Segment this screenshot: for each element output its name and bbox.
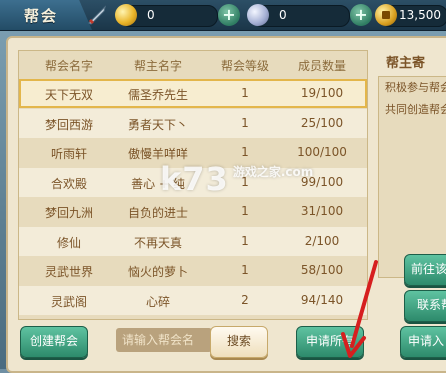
watermark-sub: 游戏之家 (232, 165, 281, 179)
leader-message-line: 积极参与帮会 (385, 81, 446, 94)
guild-row[interactable]: 修仙 不再天真 1 2/100 (19, 226, 367, 256)
guild-row[interactable]: 灵武世界 恼火的萝卜 1 58/100 (19, 256, 367, 285)
watermark: k73 游戏之家.com (160, 160, 313, 198)
cell-leader: 自负的进士 (127, 206, 188, 220)
gold-ingot-icon (115, 4, 137, 26)
contact-leader-button[interactable]: 联系帮 (404, 290, 446, 322)
guild-row[interactable]: 梦回西游 勇者天下丶 1 25/100 (19, 108, 367, 138)
gold-resource: 0 (115, 4, 218, 27)
cell-leader: 心碎 (145, 294, 170, 309)
goto-guild-button[interactable]: 前往该帮 (404, 254, 446, 286)
cell-level: 1 (241, 233, 249, 248)
cell-leader: 儒圣乔先生 (127, 88, 188, 102)
guild-row[interactable]: 天下无双 儒圣乔先生 1 19/100 (19, 79, 367, 108)
apply-all-button[interactable]: 申请所有 (296, 326, 364, 358)
guild-search-input[interactable]: 请输入帮会名 (116, 328, 212, 352)
col-header-guild-name: 帮会名字 (44, 59, 93, 73)
top-bar: 帮会 0 + 0 + 13,500 (0, 0, 446, 31)
cell-level: 1 (241, 263, 249, 277)
col-header-level: 帮会等级 (220, 59, 269, 73)
cell-members: 25/100 (300, 115, 344, 130)
cell-members: 19/100 (300, 86, 344, 100)
col-header-leader: 帮主名字 (133, 59, 182, 73)
add-silver-button[interactable]: + (350, 4, 372, 26)
guild-panel: 帮会名字 帮主名字 帮会等级 成员数量 天下无双 儒圣乔先生 1 19/100 梦回西游… (6, 36, 446, 373)
cell-guild-name: 灵武阁 (50, 294, 87, 309)
silver-resource: 0 (247, 4, 350, 27)
cell-level: 1 (241, 86, 249, 100)
silver-amount: 0 (279, 8, 287, 22)
apply-join-button[interactable]: 申请入 (400, 326, 446, 358)
cell-level: 1 (241, 204, 249, 218)
cell-guild-name: 修仙 (56, 235, 81, 250)
cell-guild-name: 梦回西游 (44, 117, 93, 132)
cell-guild-name: 天下无双 (44, 88, 93, 102)
yuanbao-coin-icon (375, 4, 397, 26)
guild-row[interactable]: 灵武阁 心碎 2 94/140 (19, 285, 367, 315)
guild-title-tab: 帮会 (0, 0, 92, 30)
cell-members: 31/100 (300, 204, 344, 218)
cell-level: 1 (241, 145, 249, 159)
guild-list-header: 帮会名字 帮主名字 帮会等级 成员数量 (19, 51, 367, 77)
cell-level: 2 (241, 292, 249, 307)
guild-row[interactable]: 梦回九洲 自负的进士 1 31/100 (19, 197, 367, 226)
cell-members: 94/140 (300, 292, 344, 307)
cell-members: 2/100 (304, 233, 340, 248)
cell-leader: 勇者天下丶 (127, 117, 188, 132)
create-guild-button[interactable]: 创建帮会 (20, 326, 88, 358)
leader-message-title: 帮主寄 (386, 56, 426, 71)
leader-message-box: 积极参与帮会 共同创造帮会 (378, 76, 446, 278)
cell-leader: 恼火的萝卜 (127, 265, 188, 279)
yuanbao-resource: 13,500 (375, 4, 446, 27)
watermark-main: k73 (160, 160, 229, 198)
cell-guild-name: 合欢殿 (50, 176, 87, 191)
gold-amount: 0 (147, 8, 155, 22)
sword-icon (88, 5, 106, 25)
page-title: 帮会 (24, 7, 59, 25)
cell-leader: 不再天真 (133, 235, 182, 250)
leader-message-panel: 帮主寄 积极参与帮会 共同创造帮会 前往该帮 联系帮 (376, 50, 446, 322)
yuanbao-amount: 13,500 (399, 8, 441, 22)
cell-level: 1 (241, 115, 249, 130)
cell-members: 100/100 (297, 145, 347, 159)
add-gold-button[interactable]: + (218, 4, 240, 26)
watermark-domain: .com (280, 165, 314, 179)
cell-guild-name: 梦回九洲 (44, 206, 93, 220)
leader-message-line: 共同创造帮会 (385, 103, 446, 116)
cell-members: 58/100 (300, 263, 344, 277)
col-header-members: 成员数量 (297, 59, 346, 73)
search-button[interactable]: 搜索 (210, 326, 268, 358)
silver-ingot-icon (247, 4, 269, 26)
cell-guild-name: 灵武世界 (44, 265, 93, 279)
cell-guild-name: 听雨轩 (50, 147, 87, 161)
